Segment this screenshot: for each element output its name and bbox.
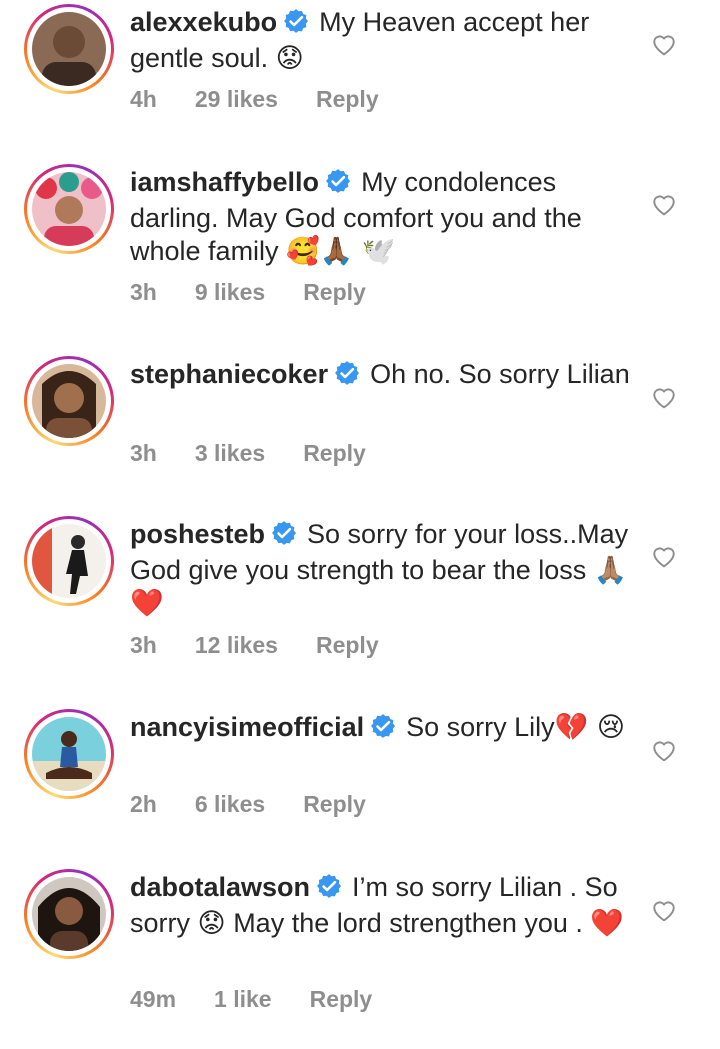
reply-button[interactable]: Reply [310,986,373,1012]
verified-badge-icon [325,168,351,202]
comment-username[interactable]: nancyisimeofficial [130,712,364,742]
comment-likes[interactable]: 1 like [214,986,272,1012]
comment-text: So sorry Lily [406,712,555,742]
avatar[interactable] [24,869,114,959]
comment-text-continued: May the lord strengthen you . [233,908,583,938]
avatar[interactable] [24,164,114,254]
reply-button[interactable]: Reply [303,279,366,305]
comment-username[interactable]: poshesteb [130,519,265,549]
comment-time: 4h [130,86,157,112]
verified-badge-icon [370,713,396,747]
verified-badge-icon [271,520,297,554]
reply-button[interactable]: Reply [316,86,379,112]
comment-emoji-heart: ❤️ [590,908,625,939]
comment-likes[interactable]: 9 likes [195,279,265,305]
comment-username[interactable]: stephaniecoker [130,359,328,389]
comment-time: 49m [130,986,177,1012]
comment-username[interactable]: alexxekubo [130,7,277,37]
heart-outline-icon[interactable] [651,738,677,762]
heart-outline-icon[interactable] [651,898,677,922]
avatar[interactable] [24,516,114,606]
comment-likes[interactable]: 12 likes [195,632,278,658]
comment-emoji: 😟 [197,908,226,939]
comment-username[interactable]: dabotalawson [130,872,310,902]
comment-likes[interactable]: 3 likes [195,440,265,466]
heart-outline-icon[interactable] [651,544,677,568]
comment-list: alexxekubo My Heaven accept her gentle so… [0,0,720,1049]
comment-time: 2h [130,791,157,817]
avatar[interactable] [24,356,114,446]
comment-likes[interactable]: 6 likes [195,791,265,817]
heart-outline-icon[interactable] [651,32,677,56]
comment-likes[interactable]: 29 likes [195,86,278,112]
verified-badge-icon [334,360,360,394]
comment-emoji: 😟 [275,43,304,74]
comment-text: Oh no. So sorry Lilian [370,359,630,389]
comment-emoji: 🥰🙏🏾 🕊️ [286,236,396,267]
comment-emoji: 💔 😢 [554,712,625,743]
heart-outline-icon[interactable] [651,385,677,409]
avatar[interactable] [24,4,114,94]
reply-button[interactable]: Reply [303,791,366,817]
heart-outline-icon[interactable] [651,192,677,216]
comment-username[interactable]: iamshaffybello [130,167,319,197]
verified-badge-icon [316,873,342,907]
reply-button[interactable]: Reply [316,632,379,658]
comment-time: 3h [130,279,157,305]
verified-badge-icon [283,8,309,42]
comment-time: 3h [130,632,157,658]
reply-button[interactable]: Reply [303,440,366,466]
avatar[interactable] [24,709,114,799]
comment-time: 3h [130,440,157,466]
